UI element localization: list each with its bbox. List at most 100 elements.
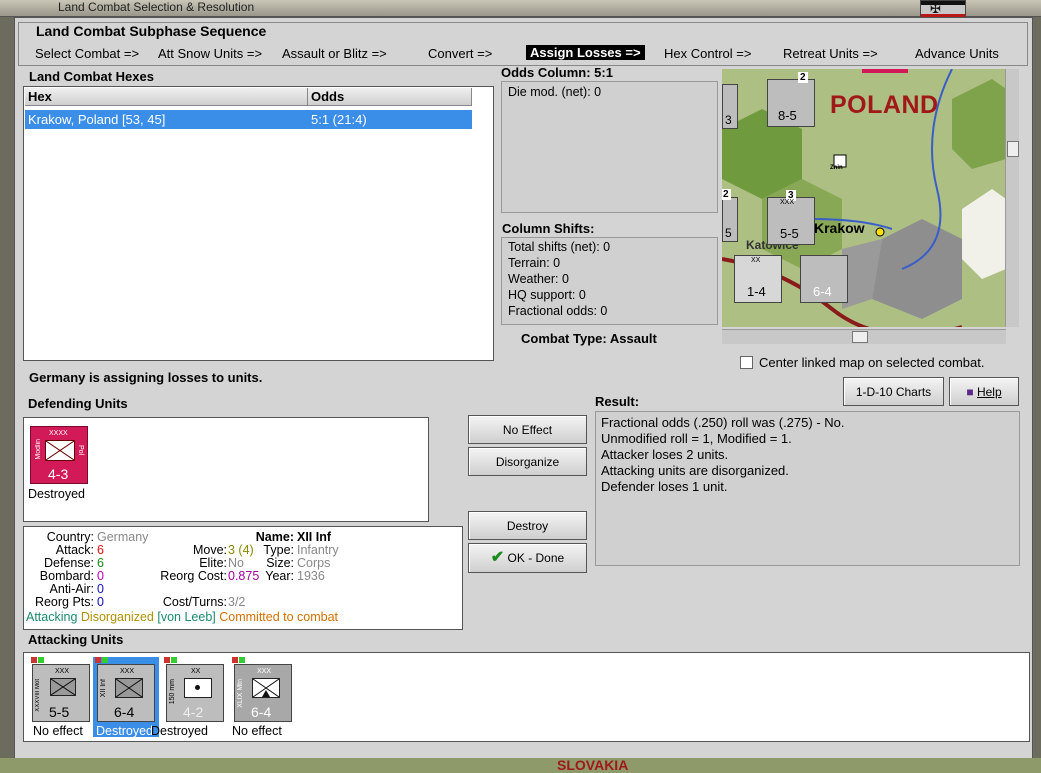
help-book-icon: ■	[966, 385, 974, 399]
counter-size: XX	[191, 668, 201, 675]
info-year-value: 1936	[297, 569, 325, 583]
map-counter-left-top[interactable]: 3	[722, 84, 738, 129]
info-type-value: Infantry	[297, 543, 339, 557]
center-linked-checkbox[interactable]	[740, 356, 753, 369]
checkmark-icon: ✔	[490, 549, 505, 566]
counter-value: 6-4	[813, 284, 832, 299]
info-elite-label: Elite:	[199, 556, 227, 570]
defender-counter-modlin[interactable]: XXXX Modlin Pol 4-3	[30, 426, 88, 484]
info-move-label: Move:	[192, 543, 227, 557]
center-linked-label: Center linked map on selected combat.	[759, 355, 985, 370]
info-status-line: Attacking Disorganized [von Leeb] Commit…	[26, 610, 338, 624]
counter-size: XX	[751, 257, 761, 264]
iron-cross-icon: ✠	[930, 1, 941, 16]
info-reorgcost-value: 0.875	[228, 569, 260, 583]
info-size-label: Size:	[266, 556, 294, 570]
attacker-status: No effect	[232, 724, 282, 738]
infantry-symbol-icon	[45, 440, 75, 461]
status-leader: [von Leeb]	[157, 610, 216, 624]
counter-nation: Pol	[77, 445, 84, 456]
odds-title: Odds Column: 5:1	[501, 65, 613, 80]
artillery-symbol-icon	[184, 678, 212, 698]
hexes-table: Hex Odds Krakow, Poland [53, 45] 5:1 (21…	[23, 86, 494, 361]
stack-count: 2	[798, 72, 808, 83]
shift-total: Total shifts (net): 0	[508, 240, 611, 254]
info-reorgcost-label: Reorg Cost:	[160, 569, 227, 583]
shift-fractional: Fractional odds: 0	[508, 304, 608, 318]
row-odds: 5:1 (21:4)	[311, 112, 367, 127]
attacker-unit-xxxviii[interactable]: XXX XXXVIII Mot 5-5 No effect	[31, 657, 91, 738]
unit-flag-icon	[31, 657, 37, 663]
attacker-unit-xlix-mtn[interactable]: XXX XLIX Mtn 6-4 No effect	[230, 657, 292, 738]
attacker-unit-150mm[interactable]: XX 150 mm 4-2 Destroyed	[151, 657, 224, 738]
no-effect-button[interactable]: No Effect	[468, 415, 587, 444]
defender-status: Destroyed	[28, 487, 85, 501]
table-row[interactable]: Krakow, Poland [53, 45] 5:1 (21:4)	[25, 110, 472, 129]
map-counter-left-mid[interactable]: 2 5	[722, 189, 738, 242]
map-counter-xlix[interactable]: 6-4	[800, 255, 848, 303]
attacker-counter[interactable]: XXX XII Inf 6-4	[97, 664, 155, 722]
attacking-title: Attacking Units	[28, 632, 124, 647]
map-counter-mid[interactable]: 3 XXX 5-5	[767, 190, 815, 245]
counter-size: XXXX	[49, 430, 68, 437]
column-header-odds[interactable]: Odds	[308, 88, 472, 106]
shifts-box: Total shifts (net): 0 Terrain: 0 Weather…	[501, 237, 718, 325]
charts-button[interactable]: 1-D-10 Charts	[843, 377, 944, 406]
map-counter-1st-leg[interactable]: XX 1-4	[734, 255, 782, 303]
flag-stripe-top	[921, 1, 965, 5]
scroll-thumb[interactable]	[1007, 141, 1019, 157]
window-title: Land Combat Selection & Resolution	[58, 0, 255, 14]
ok-done-button[interactable]: ✔ OK - Done	[468, 543, 587, 573]
status-message: Germany is assigning losses to units.	[29, 370, 263, 385]
destroy-button[interactable]: Destroy	[468, 511, 587, 540]
phase-step-convert: Convert =>	[428, 46, 493, 61]
disorganize-button[interactable]: Disorganize	[468, 447, 587, 476]
map-horizontal-scrollbar[interactable]	[722, 329, 1006, 344]
info-reorg-value: 0	[97, 595, 104, 609]
counter-value: 4-3	[48, 466, 69, 482]
info-antiair-value: 0	[97, 582, 104, 596]
attacker-counter[interactable]: XXX XLIX Mtn 6-4	[234, 664, 292, 722]
info-move-value: 3 (4)	[228, 543, 254, 557]
info-country-label: Country:	[46, 530, 94, 544]
background-map-strip: SLOVAKIA	[0, 758, 1041, 773]
info-type-label: Type:	[263, 543, 294, 557]
phase-step-select-combat: Select Combat =>	[35, 46, 140, 61]
info-defense-value: 6	[97, 556, 104, 570]
info-bombard-value: 0	[97, 569, 104, 583]
counter-value: 5-5	[780, 226, 799, 241]
linked-map[interactable]: POLAND Krakow Katowice Znin 2 8-5 3 3 XX…	[722, 69, 1006, 327]
result-line: Unmodified roll = 1, Modified = 1.	[601, 431, 792, 446]
ok-done-label: OK - Done	[507, 551, 565, 565]
map-label-krakow: Krakow	[814, 220, 865, 236]
help-button-label: Help	[976, 385, 1002, 399]
counter-value: 3	[725, 113, 732, 127]
counter-unit-name: 150 mm	[169, 679, 176, 705]
result-line: Attacker loses 2 units.	[601, 447, 729, 462]
map-vertical-scrollbar[interactable]	[1005, 69, 1019, 327]
map-counter-xii-arm[interactable]: 2 8-5	[767, 72, 815, 127]
counter-unit-name: XXXVIII Mot	[35, 679, 41, 712]
unit-flag-icon	[232, 657, 238, 663]
info-size-value: Corps	[297, 556, 331, 570]
attacker-status: Destroyed	[96, 724, 153, 738]
unit-flag-icon	[171, 657, 177, 663]
result-line: Defender loses 1 unit.	[601, 479, 728, 494]
shift-hq: HQ support: 0	[508, 288, 586, 302]
defending-title: Defending Units	[28, 396, 128, 411]
info-bombard-label: Bombard:	[39, 569, 94, 583]
combat-type-value: Assault	[609, 331, 657, 346]
column-header-hex[interactable]: Hex	[25, 88, 308, 106]
window-title-bar: Land Combat Selection & Resolution ✠	[0, 0, 1041, 19]
attacker-unit-xii-inf-selected[interactable]: XXX XII Inf 6-4 Destroyed	[93, 657, 159, 738]
counter-value: 6-4	[114, 704, 135, 720]
info-attack-value: 6	[97, 543, 104, 557]
map-label-poland: POLAND	[830, 91, 939, 119]
scroll-thumb[interactable]	[852, 331, 868, 343]
info-elite-value: No	[228, 556, 244, 570]
attacker-counter[interactable]: XXX XXXVIII Mot 5-5	[32, 664, 90, 722]
counter-value: 5	[725, 226, 732, 240]
help-button[interactable]: ■ Help	[949, 377, 1019, 406]
attacker-counter[interactable]: XX 150 mm 4-2	[166, 664, 224, 722]
phase-step-assign-losses: Assign Losses =>	[526, 45, 645, 60]
